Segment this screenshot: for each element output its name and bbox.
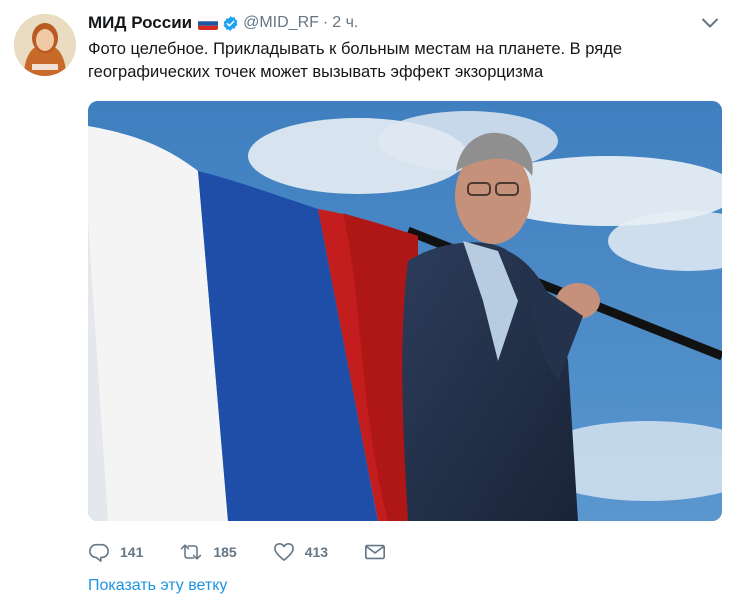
tweet-timestamp[interactable]: 2 ч. [332,14,358,32]
separator-dot: · [322,14,329,31]
retweet-icon [181,544,202,560]
verified-badge-icon [222,15,239,32]
tweet-text: Фото целебное. Прикладывать к больным ме… [88,38,708,84]
avatar[interactable] [14,14,76,76]
reply-icon [89,543,109,562]
show-thread-link[interactable]: Показать эту ветку [88,577,227,595]
like-button[interactable]: 413 [273,542,328,562]
author-handle[interactable]: @MID_RF [243,14,319,32]
direct-message-button[interactable] [364,543,386,561]
reply-count: 141 [120,544,144,560]
retweet-button[interactable]: 185 [179,543,237,561]
tweet: МИД России @MID_RF · 2 ч. Фото целебное.… [0,0,733,610]
tweet-text-line: Фото целебное. Прикладывать к больным ме… [88,40,622,58]
russian-flag-icon [198,16,219,30]
tweet-header: МИД России @MID_RF · 2 ч. [88,12,358,34]
retweet-count: 185 [213,544,237,560]
author-name[interactable]: МИД России [88,13,192,33]
photo-image [88,101,722,521]
reply-button[interactable]: 141 [88,542,143,562]
heart-icon [273,543,294,561]
tweet-photo[interactable] [88,101,722,521]
chevron-down-icon[interactable] [701,16,719,28]
tweet-actions: 141 185 413 [88,540,422,564]
envelope-icon [365,544,386,560]
tweet-text-line: географических точек может вызывать эффе… [88,63,544,81]
like-count: 413 [304,544,329,560]
avatar-image [14,14,76,76]
